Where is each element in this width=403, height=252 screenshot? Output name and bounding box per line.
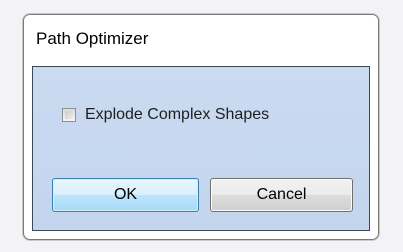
dialog-body: Explode Complex Shapes OK Cancel [32,66,370,231]
explode-complex-shapes-checkbox[interactable] [62,108,76,122]
explode-complex-shapes-option[interactable]: Explode Complex Shapes [62,105,269,125]
dialog-window: Path Optimizer Explode Complex Shapes OK… [23,14,379,240]
ok-button[interactable]: OK [52,178,199,212]
window-title: Path Optimizer [36,29,149,48]
title-bar[interactable]: Path Optimizer [24,15,378,66]
cancel-button[interactable]: Cancel [210,178,353,212]
explode-complex-shapes-label[interactable]: Explode Complex Shapes [85,106,269,124]
